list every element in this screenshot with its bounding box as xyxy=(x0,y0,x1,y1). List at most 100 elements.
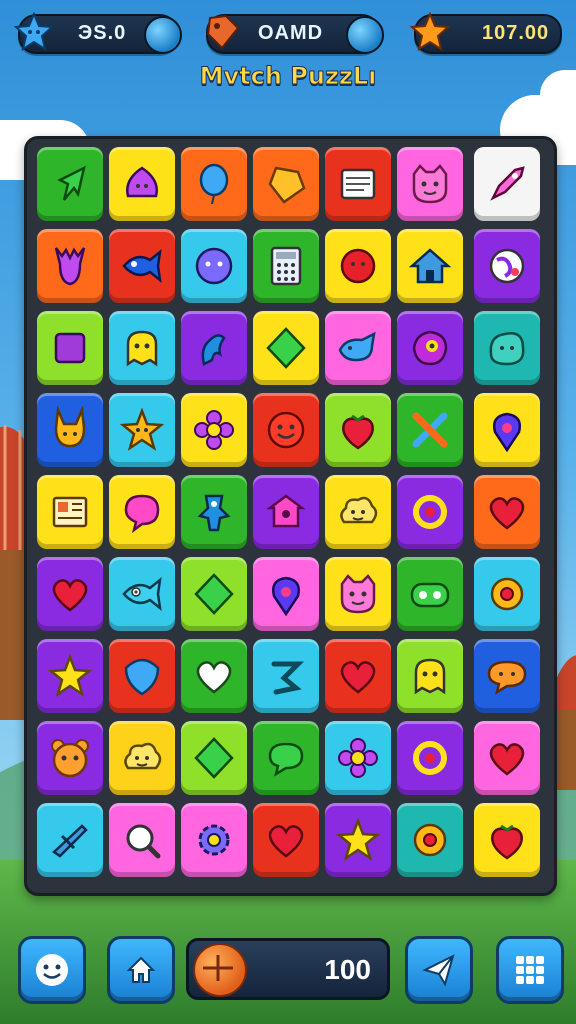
board-tile[interactable] xyxy=(181,475,247,549)
balloon-icon xyxy=(199,163,229,205)
board-tile[interactable] xyxy=(181,229,247,303)
cat-face-icon xyxy=(412,164,448,204)
board-tile[interactable] xyxy=(37,557,103,631)
board-tile[interactable] xyxy=(109,475,175,549)
board-tile[interactable] xyxy=(474,557,540,631)
board-tile[interactable] xyxy=(253,393,319,467)
magnifier-icon xyxy=(126,824,161,859)
board-tile[interactable] xyxy=(109,229,175,303)
hud-stars-value: ЭS.0 xyxy=(78,22,127,44)
board-tile[interactable] xyxy=(325,721,391,795)
board-tile[interactable] xyxy=(37,639,103,713)
diamond-icon xyxy=(194,573,234,615)
board-tile[interactable] xyxy=(325,639,391,713)
board-tile[interactable] xyxy=(325,229,391,303)
board-tile[interactable] xyxy=(397,803,463,877)
orb-icon xyxy=(346,16,384,54)
board-tile[interactable] xyxy=(253,639,319,713)
board-tile[interactable] xyxy=(253,721,319,795)
board-tile[interactable] xyxy=(109,311,175,385)
board-tile[interactable] xyxy=(474,475,540,549)
board-tile[interactable] xyxy=(181,557,247,631)
fish-eye-icon xyxy=(122,577,162,611)
grid-icon xyxy=(516,956,544,984)
board-tile[interactable] xyxy=(325,147,391,221)
board-tile[interactable] xyxy=(109,393,175,467)
board-tile[interactable] xyxy=(474,393,540,467)
send-button[interactable] xyxy=(405,936,473,1004)
board-tile[interactable] xyxy=(253,475,319,549)
board-tile[interactable] xyxy=(181,639,247,713)
board-tile[interactable] xyxy=(397,393,463,467)
home-button[interactable] xyxy=(107,936,175,1004)
board-tile[interactable] xyxy=(474,803,540,877)
board-tile[interactable] xyxy=(109,147,175,221)
board-tile[interactable] xyxy=(109,639,175,713)
board-tile[interactable] xyxy=(37,393,103,467)
arrow-icon xyxy=(57,165,86,201)
board-tile[interactable] xyxy=(474,311,540,385)
chat-face-icon xyxy=(487,660,527,695)
smiley-button[interactable] xyxy=(18,936,86,1004)
board-tile[interactable] xyxy=(397,639,463,713)
board-tile[interactable] xyxy=(325,803,391,877)
map-pin-icon xyxy=(493,412,521,453)
board-tile[interactable] xyxy=(474,147,540,221)
board-tile[interactable] xyxy=(397,311,463,385)
strawberry-icon xyxy=(491,824,523,860)
coin-counter: 100 xyxy=(186,938,390,1000)
globe-icon xyxy=(489,248,525,284)
board-tile[interactable] xyxy=(474,721,540,795)
board-tile[interactable] xyxy=(37,311,103,385)
squiggle-icon xyxy=(201,334,226,366)
board-tile[interactable] xyxy=(253,229,319,303)
board-tile[interactable] xyxy=(474,229,540,303)
heart-icon xyxy=(268,825,304,858)
board-tile[interactable] xyxy=(181,311,247,385)
cross-icon xyxy=(412,412,448,448)
airplane-icon xyxy=(51,824,88,858)
board-tile[interactable] xyxy=(325,557,391,631)
board-tile[interactable] xyxy=(325,311,391,385)
board-tile[interactable] xyxy=(37,721,103,795)
robot-icon xyxy=(197,494,231,532)
board-tile[interactable] xyxy=(474,639,540,713)
board-tile[interactable] xyxy=(181,393,247,467)
board-tile[interactable] xyxy=(37,803,103,877)
hud-mode: OAMD xyxy=(206,14,384,54)
board-tile[interactable] xyxy=(37,229,103,303)
mask-icon xyxy=(410,582,450,608)
board-tile[interactable] xyxy=(109,803,175,877)
star-icon xyxy=(335,817,381,861)
eye-blob-icon xyxy=(412,330,448,366)
board-tile[interactable] xyxy=(37,475,103,549)
coin-icon xyxy=(193,943,247,997)
board-tile[interactable] xyxy=(109,557,175,631)
board-tile[interactable] xyxy=(181,721,247,795)
blob-face-icon xyxy=(489,332,525,366)
board-tile[interactable] xyxy=(109,721,175,795)
board-tile[interactable] xyxy=(325,393,391,467)
board-tile[interactable] xyxy=(397,475,463,549)
bunny-icon xyxy=(54,406,86,448)
board-tile[interactable] xyxy=(253,147,319,221)
board-tile[interactable] xyxy=(397,147,463,221)
hud-stars: ЭS.0 xyxy=(14,12,182,54)
donut-icon xyxy=(413,823,447,857)
star-icon xyxy=(47,653,93,697)
board-tile[interactable] xyxy=(397,721,463,795)
board-tile[interactable] xyxy=(397,229,463,303)
board-tile[interactable] xyxy=(181,803,247,877)
heart-icon xyxy=(52,579,88,612)
birdhouse-icon xyxy=(266,494,306,528)
board-tile[interactable] xyxy=(37,147,103,221)
board-tile[interactable] xyxy=(325,475,391,549)
board-tile[interactable] xyxy=(181,147,247,221)
strawberry-icon xyxy=(342,414,374,450)
cat-face-icon xyxy=(340,574,376,614)
board-tile[interactable] xyxy=(253,557,319,631)
board-tile[interactable] xyxy=(253,803,319,877)
grid-menu-button[interactable] xyxy=(496,936,564,1004)
board-tile[interactable] xyxy=(397,557,463,631)
board-tile[interactable] xyxy=(253,311,319,385)
